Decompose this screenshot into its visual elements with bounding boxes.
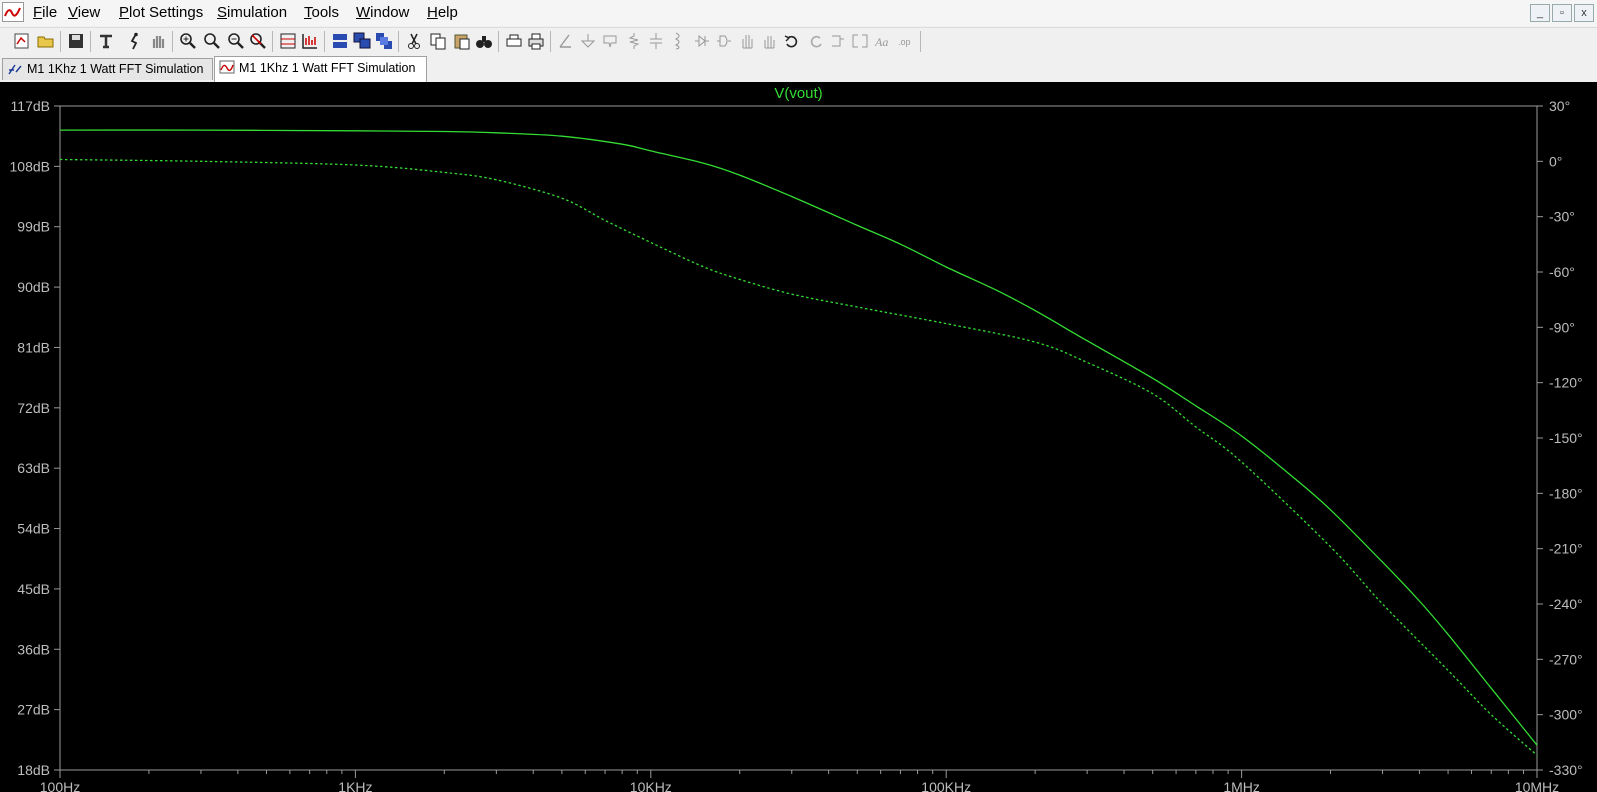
y-right-tick-label: -240° (1549, 596, 1583, 612)
y-left-tick-label: 36dB (17, 641, 50, 657)
tile-horizontal-icon[interactable] (330, 31, 350, 51)
plot-frame (59, 105, 1538, 771)
y-right-tick-label: -90° (1549, 319, 1575, 335)
ground-icon[interactable] (578, 31, 598, 51)
autorange-icon[interactable] (278, 31, 298, 51)
y-right-tick-label: -270° (1549, 651, 1583, 667)
menu-window[interactable]: Window (356, 4, 409, 21)
y-right-tick-label: -210° (1549, 541, 1583, 557)
view-fft-icon[interactable] (300, 31, 320, 51)
new-schematic-icon[interactable] (12, 31, 32, 51)
schematic-icon (8, 64, 22, 75)
component-icon[interactable] (714, 31, 734, 51)
menu-plot-settings[interactable]: Plot Settings (119, 4, 203, 21)
label-net-icon[interactable] (600, 31, 620, 51)
drag-icon[interactable] (760, 31, 780, 51)
zoom-out-icon[interactable] (226, 31, 246, 51)
ltspice-app-icon[interactable] (2, 2, 24, 22)
zoom-in-icon[interactable] (178, 31, 198, 51)
chart-canvas[interactable]: V(vout) 117dB 108dB 99dB 90dB 81dB 72dB 63dB 54d… (0, 82, 1597, 792)
menu-file[interactable]: File (33, 4, 57, 21)
save-icon[interactable] (66, 31, 86, 51)
spice-directive-icon[interactable]: .op (896, 31, 916, 51)
close-button[interactable]: x (1574, 4, 1594, 22)
y-right-tick-label: -300° (1549, 707, 1583, 723)
x-tick-label: 10MHz (1515, 779, 1559, 792)
y-left-tick-label: 117dB (11, 98, 50, 114)
magnitude-trace (59, 129, 1538, 746)
paste-icon[interactable] (452, 31, 472, 51)
cascade-icon[interactable] (352, 31, 372, 51)
x-tick-label: 100Hz (40, 779, 80, 792)
toolbar: Aa .op (0, 27, 1597, 57)
find-icon[interactable] (474, 31, 494, 51)
halt-icon[interactable] (148, 31, 168, 51)
y-right-tick-label: 0° (1549, 153, 1562, 169)
y-right-tick-label: 30° (1549, 98, 1570, 114)
zoom-pan-icon[interactable] (202, 31, 222, 51)
zoom-fit-icon[interactable] (248, 31, 268, 51)
menu-simulation[interactable]: Simulation (217, 4, 287, 21)
y-right-tick-label: -120° (1549, 375, 1583, 391)
y-left-tick-label: 45dB (17, 581, 50, 597)
y-left-tick-label: 81dB (17, 339, 50, 355)
tab-waveform-label: M1 1Khz 1 Watt FFT Simulation (239, 61, 416, 75)
y-left-tick-label: 108dB (10, 158, 50, 174)
tile-vertical-icon[interactable] (374, 31, 394, 51)
control-panel-icon[interactable] (96, 31, 116, 51)
y-left-tick-label: 27dB (17, 702, 50, 718)
x-tick-label: 100KHz (921, 779, 971, 792)
x-tick-label: 10KHz (630, 779, 672, 792)
draw-wire-icon[interactable] (556, 31, 576, 51)
diode-icon[interactable] (692, 31, 712, 51)
inductor-icon[interactable] (668, 31, 688, 51)
resistor-icon[interactable] (624, 31, 644, 51)
print-icon[interactable] (526, 31, 546, 51)
run-icon[interactable] (124, 31, 144, 51)
y-right-tick-label: -30° (1549, 209, 1575, 225)
trace-title: V(vout) (774, 85, 822, 102)
y-left-tick-label: 63dB (17, 460, 50, 476)
y-right-tick-label: -330° (1549, 762, 1583, 778)
document-tabs: M1 1Khz 1 Watt FFT Simulation M1 1Khz 1 … (0, 56, 1597, 82)
menu-tools[interactable]: Tools (304, 4, 339, 21)
y-left-tick-label: 18dB (17, 762, 50, 778)
capacitor-icon[interactable] (646, 31, 666, 51)
y-left-tick-label: 99dB (17, 219, 50, 235)
y-right-tick-label: -150° (1549, 430, 1583, 446)
undo-icon[interactable] (782, 31, 802, 51)
tab-waveform[interactable]: M1 1Khz 1 Watt FFT Simulation (214, 56, 427, 82)
restore-button[interactable]: ▫ (1552, 4, 1572, 22)
tab-schematic[interactable]: M1 1Khz 1 Watt FFT Simulation (2, 58, 213, 80)
tab-schematic-label: M1 1Khz 1 Watt FFT Simulation (27, 62, 204, 76)
y-left-tick-label: 90dB (17, 279, 50, 295)
copy-icon[interactable] (428, 31, 448, 51)
menu-help[interactable]: Help (427, 4, 458, 21)
redo-icon[interactable] (806, 31, 826, 51)
open-icon[interactable] (36, 31, 56, 51)
y-right-tick-label: -60° (1549, 264, 1575, 280)
y-left-tick-label: 54dB (17, 521, 50, 537)
text-icon[interactable]: Aa (872, 31, 892, 51)
x-tick-label: 1MHz (1223, 779, 1260, 792)
phase-trace (59, 158, 1538, 756)
print-setup-icon[interactable] (504, 31, 524, 51)
menu-view[interactable]: View (68, 4, 100, 21)
svg-text:Aa: Aa (874, 35, 888, 49)
svg-text:.op: .op (898, 37, 911, 47)
minimize-button[interactable]: _ (1530, 4, 1550, 22)
y-right-tick-label: -180° (1549, 485, 1583, 501)
waveform-icon (219, 60, 235, 74)
mirror-icon[interactable] (850, 31, 870, 51)
y-left-tick-label: 72dB (17, 400, 50, 416)
cut-icon[interactable] (404, 31, 424, 51)
menu-bar: File View Plot Settings Simulation Tools… (0, 0, 1597, 26)
waveform-plot[interactable]: V(vout) 117dB 108dB 99dB 90dB 81dB 72dB 63dB 54d… (0, 82, 1597, 792)
move-icon[interactable] (738, 31, 758, 51)
rotate-icon[interactable] (828, 31, 848, 51)
x-tick-label: 1KHz (338, 779, 372, 792)
